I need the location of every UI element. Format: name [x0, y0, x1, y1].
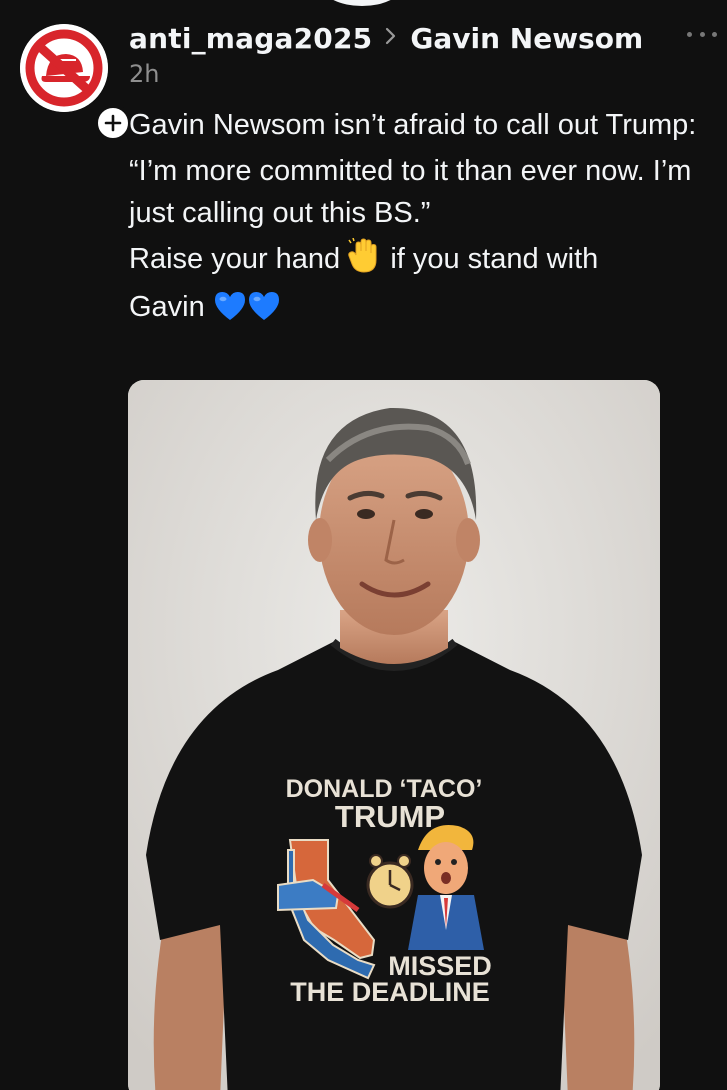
- shirt-line2: TRUMP: [335, 799, 445, 834]
- thread-post-screen: anti_maga2025 Gavin Newsom 2h Gavin News…: [0, 0, 727, 1090]
- raised-hand-emoji: [348, 237, 382, 286]
- author-username[interactable]: anti_maga2025: [129, 22, 372, 55]
- post-line: “I’m more committed to it than ever now.…: [129, 155, 692, 229]
- post-timestamp: 2h: [129, 60, 160, 88]
- more-dot: [687, 31, 692, 37]
- post-header: anti_maga2025 Gavin Newsom: [129, 18, 667, 58]
- previous-avatar-edge: [322, 0, 402, 6]
- community-tag[interactable]: Gavin Newsom: [410, 22, 643, 55]
- blue-heart-emoji: [247, 290, 281, 334]
- author-avatar[interactable]: [20, 24, 132, 142]
- more-options-button[interactable]: [687, 24, 717, 44]
- raise-text-prefix: Raise your hand: [129, 243, 341, 275]
- post-line-raise: Raise your hand if you stand with Gavin: [129, 237, 719, 334]
- more-dot: [699, 31, 705, 37]
- chevron-right-icon: [384, 24, 398, 52]
- follow-plus-button[interactable]: [94, 104, 132, 142]
- plus-icon: [104, 114, 122, 132]
- raise-text-end: Gavin: [129, 291, 205, 323]
- no-maga-hat-icon: [20, 24, 108, 112]
- post-text: Gavin Newsom isn’t afraid to call out Tr…: [129, 104, 719, 338]
- shirt-line4: THE DEADLINE: [290, 977, 490, 1007]
- blue-heart-emoji: [213, 290, 247, 334]
- post-line: Gavin Newsom isn’t afraid to call out Tr…: [129, 109, 697, 141]
- raise-text-suffix: if you stand with: [390, 243, 599, 275]
- post-image[interactable]: DONALD ‘TACO’ TRUMP MISSED THE DEADLINE: [128, 380, 660, 1090]
- more-dot: [712, 31, 717, 37]
